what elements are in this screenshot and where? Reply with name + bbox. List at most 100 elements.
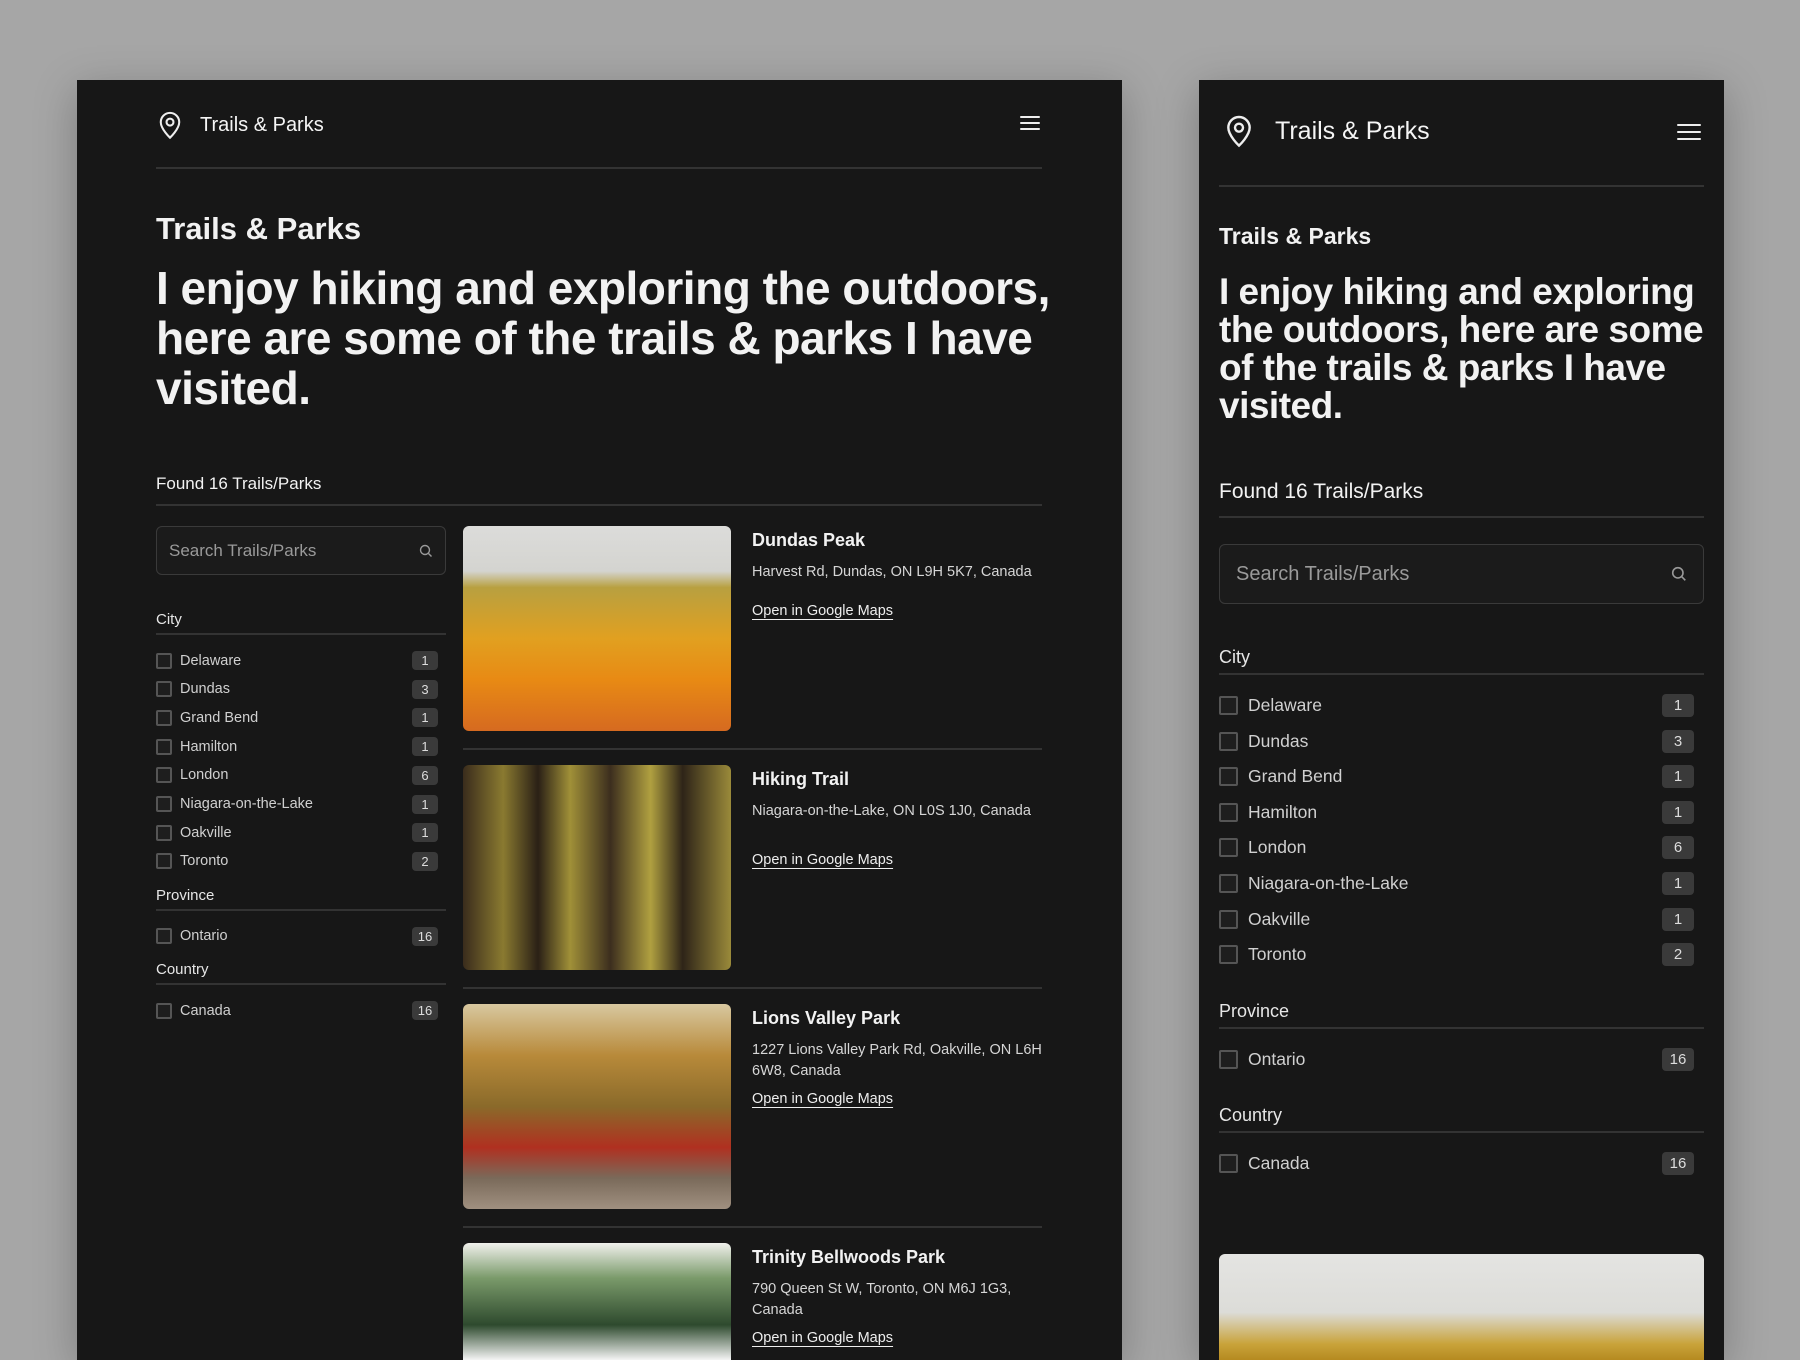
google-maps-link[interactable]: Open in Google Maps [752,1091,893,1107]
count-badge: 1 [412,795,438,814]
site-title: Trails & Parks [1275,117,1430,146]
card-title[interactable]: Trinity Bellwoods Park [752,1247,945,1268]
filter-option[interactable]: Delaware1 [1219,694,1694,717]
card-image[interactable] [463,765,731,970]
checkbox[interactable] [156,710,172,726]
site-logo[interactable]: Trails & Parks [1223,113,1430,149]
checkbox[interactable] [156,681,172,697]
filter-option[interactable]: Toronto2 [156,852,438,871]
card-image[interactable] [463,1243,731,1360]
search-field[interactable] [156,526,446,575]
checkbox[interactable] [1219,767,1238,786]
filter-option-label: Oakville [1248,909,1662,930]
filter-option-label: Oakville [180,825,412,841]
checkbox[interactable] [156,928,172,944]
filter-option[interactable]: Toronto2 [1219,943,1694,966]
filter-option[interactable]: Dundas3 [156,680,438,699]
filter-group-country: Country [1219,1105,1282,1126]
menu-icon[interactable] [1020,116,1040,130]
count-badge: 16 [412,1001,438,1020]
count-badge: 1 [412,651,438,670]
checkbox[interactable] [156,796,172,812]
filter-option[interactable]: Oakville1 [156,823,438,842]
filter-option[interactable]: London6 [156,766,438,785]
results-divider [156,504,1042,506]
filter-group-province: Province [1219,1001,1289,1022]
filter-option-label: Canada [180,1003,412,1019]
filter-option-label: Dundas [1248,731,1662,752]
filter-option[interactable]: Hamilton1 [156,737,438,756]
checkbox[interactable] [156,1003,172,1019]
card-title[interactable]: Lions Valley Park [752,1008,900,1029]
count-badge: 1 [1662,908,1694,931]
count-badge: 1 [1662,801,1694,824]
hero-headline: I enjoy hiking and exploring the outdoor… [156,263,1056,413]
checkbox[interactable] [1219,732,1238,751]
site-logo[interactable]: Trails & Parks [156,110,324,140]
filter-option-label: Delaware [1248,695,1662,716]
checkbox[interactable] [1219,838,1238,857]
count-badge: 1 [1662,872,1694,895]
card-divider [463,748,1042,750]
checkbox[interactable] [156,653,172,669]
search-field[interactable] [1219,544,1704,604]
count-badge: 16 [1662,1048,1694,1071]
count-badge: 2 [1662,943,1694,966]
filter-option[interactable]: Hamilton1 [1219,801,1694,824]
filter-option[interactable]: Grand Bend1 [156,708,438,727]
card-title[interactable]: Hiking Trail [752,769,849,790]
results-count: Found 16 Trails/Parks [156,474,321,494]
count-badge: 1 [412,823,438,842]
checkbox[interactable] [1219,1154,1238,1173]
checkbox[interactable] [156,739,172,755]
page-title: Trails & Parks [1219,223,1371,250]
checkbox[interactable] [1219,910,1238,929]
filter-option[interactable]: Dundas3 [1219,730,1694,753]
filter-option[interactable]: Ontario16 [1219,1048,1694,1071]
filter-option[interactable]: Niagara-on-the-Lake1 [156,795,438,814]
filter-option-label: Ontario [1248,1049,1662,1070]
count-badge: 16 [412,927,438,946]
filter-option[interactable]: Delaware1 [156,651,438,670]
filter-group-city: City [156,611,182,628]
filter-option-label: Ontario [180,928,412,944]
filter-option[interactable]: Oakville1 [1219,908,1694,931]
search-input[interactable] [1236,563,1597,586]
filter-option[interactable]: Canada16 [1219,1152,1694,1175]
filter-divider [1219,673,1704,675]
count-badge: 1 [412,737,438,756]
header-divider [156,167,1042,169]
google-maps-link[interactable]: Open in Google Maps [752,603,893,619]
card-title[interactable]: Dundas Peak [752,530,865,551]
checkbox[interactable] [1219,803,1238,822]
card-divider [463,987,1042,989]
card-image[interactable] [463,1004,731,1209]
filter-option-label: Canada [1248,1153,1662,1174]
count-badge: 1 [1662,694,1694,717]
menu-icon[interactable] [1677,124,1701,140]
filter-group-city: City [1219,647,1250,668]
checkbox[interactable] [156,767,172,783]
google-maps-link[interactable]: Open in Google Maps [752,1330,893,1346]
filter-option[interactable]: London6 [1219,836,1694,859]
card-image[interactable] [1219,1254,1704,1360]
count-badge: 3 [1662,730,1694,753]
filter-option[interactable]: Canada16 [156,1001,438,1020]
card-image[interactable] [463,526,731,731]
checkbox[interactable] [1219,945,1238,964]
google-maps-link[interactable]: Open in Google Maps [752,852,893,868]
filter-option[interactable]: Grand Bend1 [1219,765,1694,788]
results-count: Found 16 Trails/Parks [1219,480,1423,504]
checkbox[interactable] [156,853,172,869]
checkbox[interactable] [1219,696,1238,715]
card-address: 790 Queen St W, Toronto, ON M6J 1G3, Can… [752,1279,1042,1321]
checkbox[interactable] [1219,1050,1238,1069]
count-badge: 6 [412,766,438,785]
filter-option-label: London [1248,837,1662,858]
checkbox[interactable] [156,825,172,841]
filter-option[interactable]: Ontario16 [156,927,438,946]
filter-option-label: Toronto [180,853,412,869]
filter-option[interactable]: Niagara-on-the-Lake1 [1219,872,1694,895]
checkbox[interactable] [1219,874,1238,893]
search-input[interactable] [169,541,380,561]
